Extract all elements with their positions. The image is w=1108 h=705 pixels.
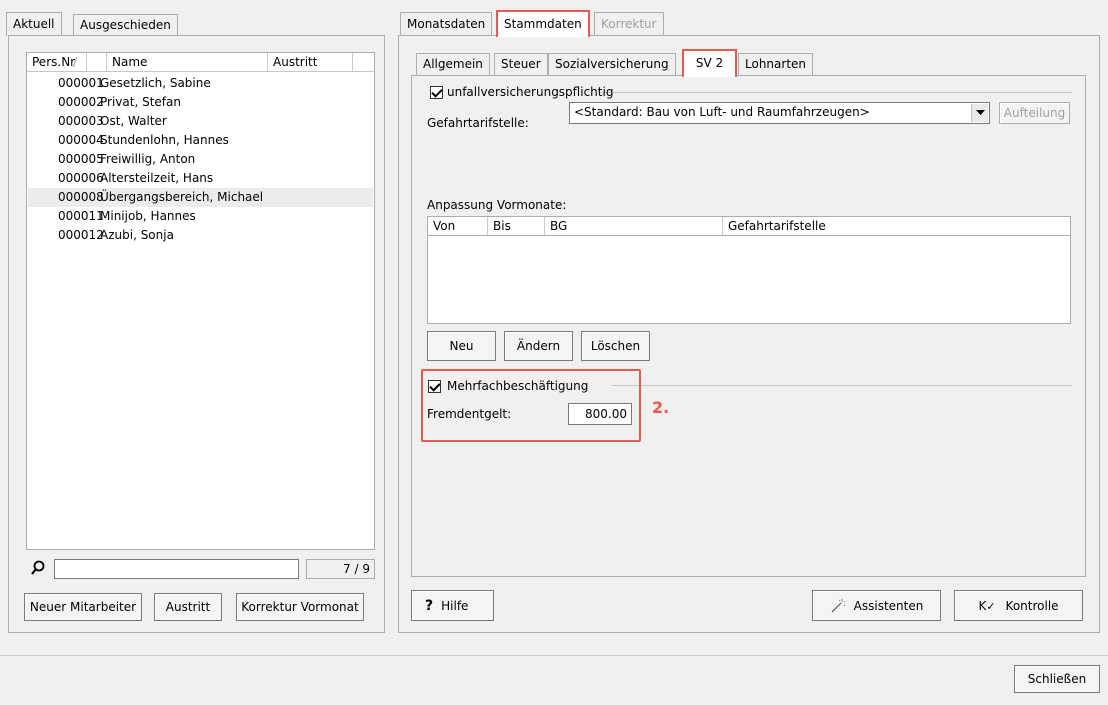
employee-name: Privat, Stefan (100, 95, 181, 109)
correction-previous-month-button[interactable]: Korrektur Vormonat (236, 593, 364, 621)
accident-insurance-checkbox[interactable] (430, 86, 443, 99)
tab-korrektur[interactable]: Korrektur (594, 12, 664, 36)
employee-list-header: Pers.Nr / Name Austritt (27, 53, 374, 72)
column-header-von[interactable]: Von (428, 217, 488, 235)
employee-name: Azubi, Sonja (100, 228, 174, 242)
table-row[interactable]: 000002 Privat, Stefan (28, 93, 373, 112)
tab-stammdaten[interactable]: Stammdaten (496, 10, 590, 37)
footer-separator (0, 655, 1108, 656)
tab-aktuell[interactable]: Aktuell (6, 12, 62, 36)
column-header-persnr[interactable]: Pers.Nr / (27, 53, 87, 71)
assistant-label: Assistenten (853, 598, 924, 613)
search-icon[interactable] (30, 560, 46, 576)
adjustment-title: Anpassung Vormonate: (427, 198, 567, 212)
accident-insurance-label: unfallversicherungspflichtig (447, 85, 614, 99)
employee-name: Gesetzlich, Sabine (100, 76, 211, 90)
table-row[interactable]: 000004 Stundenlohn, Hannes (28, 131, 373, 150)
assistant-button[interactable]: Assistenten (812, 590, 941, 621)
table-row[interactable]: 000006 Altersteilzeit, Hans (28, 169, 373, 188)
column-header-austritt[interactable]: Austritt (268, 53, 353, 71)
employee-name: Stundenlohn, Hannes (100, 133, 229, 147)
sv2-content (411, 75, 1086, 577)
control-button[interactable]: K✓ Kontrolle (954, 590, 1083, 621)
magic-wand-icon (830, 598, 846, 614)
employee-list[interactable]: Pers.Nr / Name Austritt 000001 Gesetzlich… (26, 52, 375, 550)
multi-employment-separator (612, 385, 1072, 386)
delete-adjustment-button[interactable]: Löschen (581, 331, 650, 361)
table-row[interactable]: 000001 Gesetzlich, Sabine (28, 74, 373, 93)
column-header-name[interactable]: Name (107, 53, 268, 71)
new-employee-button[interactable]: Neuer Mitarbeiter (24, 593, 142, 621)
tab-ausgeschieden[interactable]: Ausgeschieden (73, 14, 178, 36)
table-row[interactable]: 000008 Übergangsbereich, Michael (28, 188, 373, 207)
annotation-step-2: 2. (652, 398, 670, 417)
question-mark-icon: ? (425, 597, 434, 614)
risk-tariff-label: Gefahrtarifstelle: (427, 116, 529, 130)
employee-name: Altersteilzeit, Hans (100, 171, 214, 185)
chevron-down-icon[interactable] (971, 104, 988, 122)
search-counter: 7 / 9 (306, 559, 375, 579)
control-label: Kontrolle (1005, 598, 1059, 613)
employee-name: Minijob, Hannes (100, 209, 196, 223)
risk-tariff-value: <Standard: Bau von Luft- und Raumfahrzeu… (574, 105, 870, 119)
column-header-bg[interactable]: BG (545, 217, 723, 235)
tab-sozialversicherung[interactable]: Sozialversicherung (548, 53, 676, 75)
column-header-gefahrtarifstelle[interactable]: Gefahrtarifstelle (723, 217, 1070, 235)
column-header-spacer (87, 53, 107, 71)
split-button[interactable]: Aufteilung (999, 102, 1070, 124)
close-button[interactable]: Schließen (1014, 665, 1100, 693)
employee-name: Übergangsbereich, Michael (100, 190, 264, 204)
employee-name: Freiwillig, Anton (100, 152, 196, 166)
table-row[interactable]: 000003 Ost, Walter (28, 112, 373, 131)
column-persnr-label: Pers.Nr (32, 55, 76, 69)
accident-separator (600, 92, 1072, 93)
help-button[interactable]: ? Hilfe (411, 590, 494, 621)
tab-steuer[interactable]: Steuer (494, 53, 548, 75)
search-input[interactable] (54, 559, 299, 579)
adjustment-table-header: Von Bis BG Gefahrtarifstelle (428, 217, 1070, 236)
table-row[interactable]: 000011 Minijob, Hannes (28, 207, 373, 226)
adjustment-table[interactable]: Von Bis BG Gefahrtarifstelle (427, 216, 1071, 324)
column-header-bis[interactable]: Bis (488, 217, 545, 235)
risk-tariff-select[interactable]: <Standard: Bau von Luft- und Raumfahrzeu… (569, 102, 990, 124)
employee-name: Ost, Walter (100, 114, 167, 128)
help-label: Hilfe (441, 598, 469, 613)
edit-adjustment-button[interactable]: Ändern (504, 331, 573, 361)
sort-indicator: / (73, 55, 78, 69)
table-row[interactable]: 000012 Azubi, Sonja (28, 226, 373, 245)
annotation-box-multi-employment (421, 369, 641, 442)
new-adjustment-button[interactable]: Neu (427, 331, 496, 361)
tab-monatsdaten[interactable]: Monatsdaten (400, 12, 493, 36)
tab-sv2[interactable]: SV 2 (682, 49, 737, 77)
exit-button[interactable]: Austritt (154, 593, 222, 621)
tab-lohnarten[interactable]: Lohnarten (738, 53, 814, 75)
check-k-icon: K✓ (978, 598, 996, 613)
table-row[interactable]: 000005 Freiwillig, Anton (28, 150, 373, 169)
tab-allgemein[interactable]: Allgemein (416, 53, 490, 75)
